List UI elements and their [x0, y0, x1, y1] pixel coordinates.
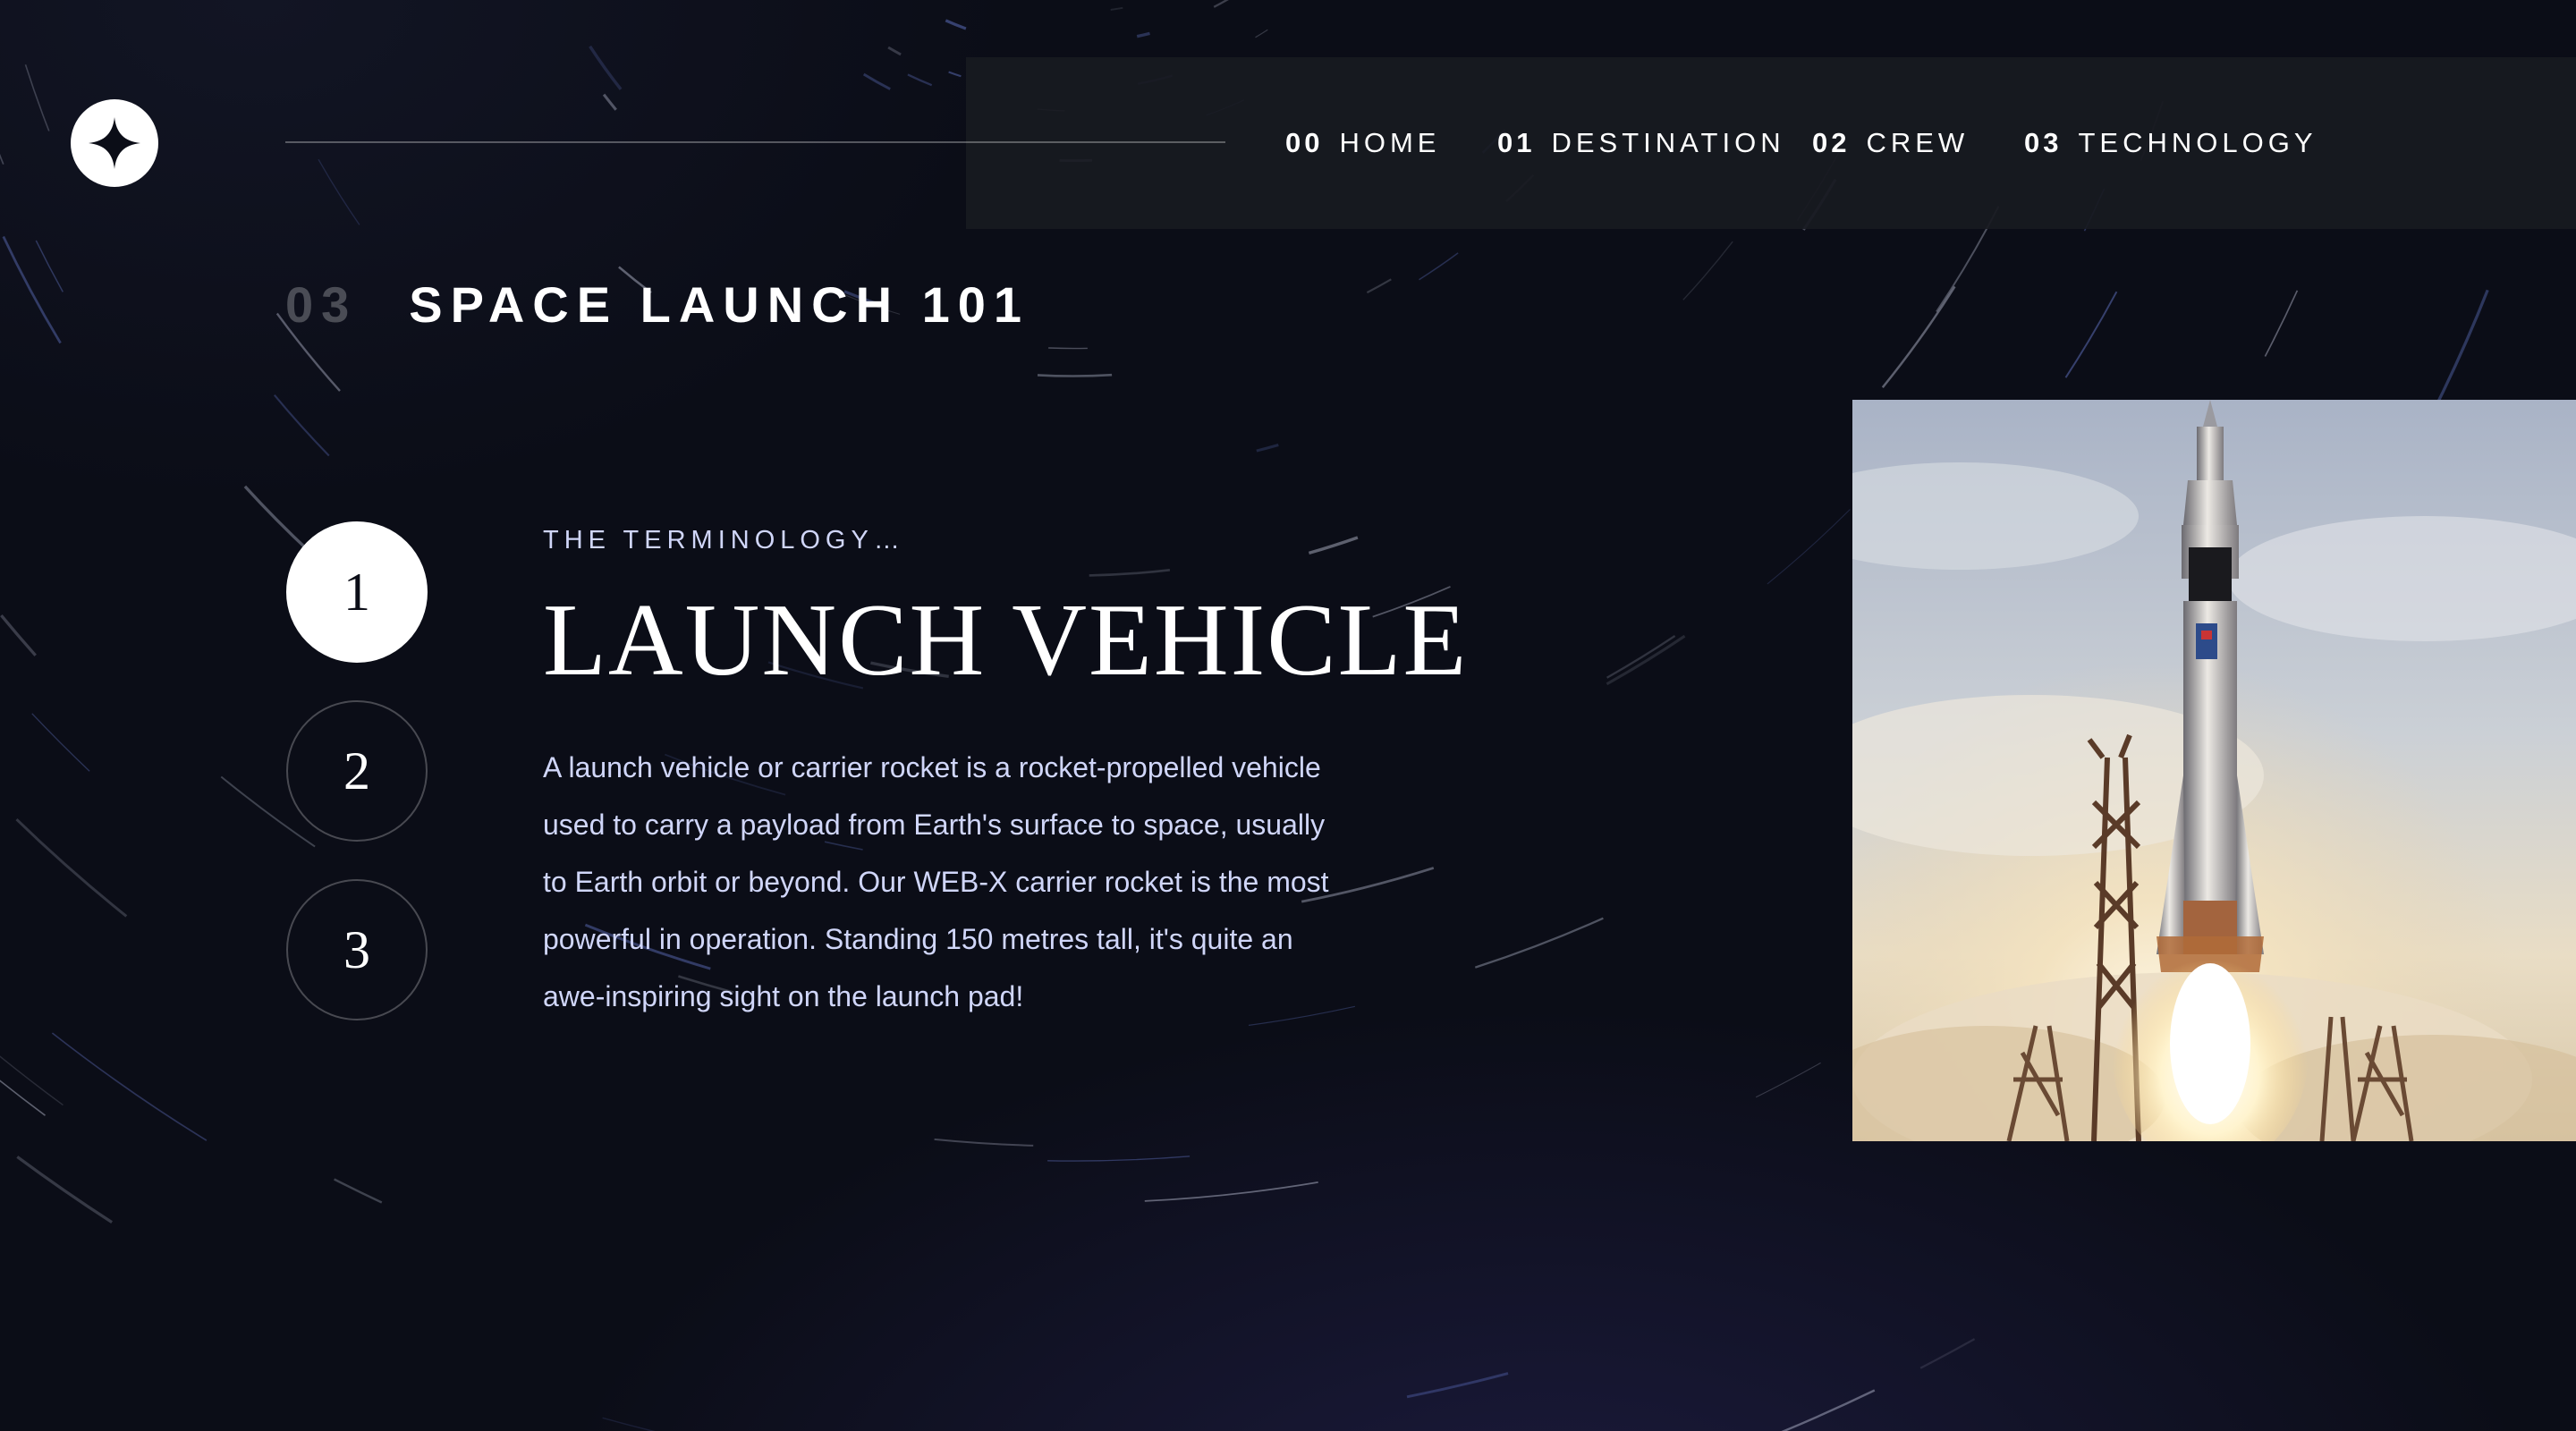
star-trail: [318, 158, 360, 225]
star-trail: [243, 485, 311, 554]
nav-item-crew[interactable]: 02 CREW: [1812, 57, 1969, 229]
star-trail: [1048, 347, 1088, 350]
star-trail: [0, 153, 4, 165]
technology-description: A launch vehicle or carrier rocket is a …: [543, 751, 1329, 1012]
star-trail: [948, 71, 962, 78]
star-trail: [862, 72, 891, 90]
star-trail: [0, 614, 37, 656]
star-trail: [51, 1032, 208, 1141]
nav-item-technology[interactable]: 03 TECHNOLOGY: [2024, 57, 2318, 229]
star-trail: [273, 394, 330, 457]
star-trail: [1919, 1338, 1976, 1369]
star-trail: [24, 64, 50, 131]
star-trail: [1474, 917, 1604, 969]
star-trail: [0, 1080, 46, 1116]
star-trail: [589, 45, 623, 90]
logo[interactable]: [71, 99, 158, 187]
header-divider: [285, 141, 1225, 143]
nav-number: 03: [2024, 127, 2063, 158]
nav-label: CREW: [1866, 127, 1970, 158]
star-trail: [887, 46, 902, 56]
star-trail: [1366, 278, 1392, 294]
page-number: 03: [285, 275, 358, 333]
nav-item-home[interactable]: 00 HOME: [1285, 57, 1440, 229]
star-trail: [1136, 31, 1150, 38]
star-trail: [16, 1156, 113, 1224]
page-title: 03 SPACE LAUNCH 101: [285, 273, 1030, 335]
terminology-label: THE TERMINOLOGY…: [543, 526, 905, 555]
star-trail: [1110, 6, 1123, 11]
star-trail: [15, 818, 128, 918]
page-title-text: SPACE LAUNCH 101: [409, 275, 1030, 333]
nav-item-destination[interactable]: 01 DESTINATION: [1497, 57, 1785, 229]
star-trail: [907, 73, 933, 87]
star-trail: [334, 1178, 383, 1204]
star-trail: [1037, 373, 1113, 377]
nav-number: 01: [1497, 127, 1536, 158]
star-trail: [1419, 252, 1459, 281]
star-trail: [1682, 241, 1733, 301]
nav-label: HOME: [1339, 127, 1441, 158]
star-trail: [1606, 634, 1686, 686]
step-button-2[interactable]: 2: [286, 700, 428, 842]
nav-label: TECHNOLOGY: [2078, 127, 2318, 158]
nav-number: 02: [1812, 127, 1851, 158]
star-trail: [1755, 1062, 1821, 1098]
step-button-3[interactable]: 3: [286, 879, 428, 1020]
star-trail: [1144, 1181, 1318, 1202]
star-trail: [2, 235, 62, 344]
four-point-star-icon: [89, 117, 140, 169]
star-trail: [1047, 1156, 1191, 1162]
main-nav: 00 HOME 01 DESTINATION 02 CREW 03 TECHNO…: [966, 57, 2576, 229]
star-trail: [1089, 569, 1171, 577]
launch-vehicle-image: [1852, 400, 2576, 1141]
star-trail: [1406, 1372, 1509, 1399]
step-button-1[interactable]: 1: [286, 521, 428, 663]
nav-label: DESTINATION: [1551, 127, 1785, 158]
star-trail: [1606, 635, 1676, 679]
star-trail: [1255, 29, 1268, 38]
nav-number: 00: [1285, 127, 1324, 158]
star-trail: [1767, 509, 1851, 585]
star-trail: [934, 1138, 1034, 1147]
star-trail: [602, 93, 617, 111]
technology-name: LAUNCH VEHICLE: [543, 583, 1469, 698]
star-trail: [945, 19, 967, 30]
star-trail: [2264, 290, 2299, 357]
star-trail: [31, 713, 90, 772]
star-trail: [602, 1417, 656, 1431]
star-trail: [1213, 0, 1229, 8]
star-trail: [0, 1055, 64, 1106]
star-trail: [2064, 291, 2118, 378]
star-trail: [35, 240, 64, 292]
star-trail: [1781, 1389, 1876, 1431]
star-trail: [1308, 536, 1359, 555]
star-trail: [1256, 444, 1279, 453]
